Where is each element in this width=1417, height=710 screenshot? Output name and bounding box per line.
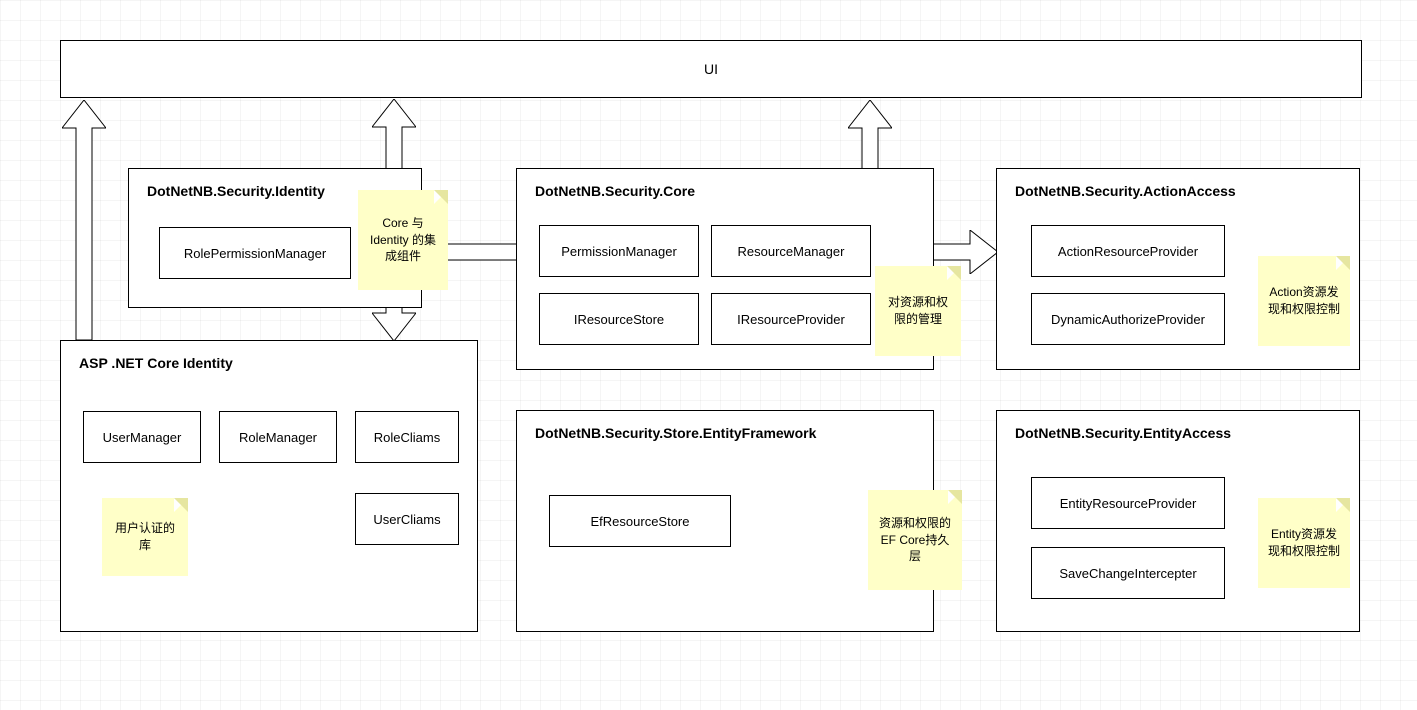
core-module: DotNetNB.Security.Core PermissionManager… — [516, 168, 934, 370]
user-manager-label: UserManager — [103, 430, 182, 445]
store-title: DotNetNB.Security.Store.EntityFramework — [535, 425, 816, 441]
permission-manager-box: PermissionManager — [539, 225, 699, 277]
asp-note: 用户认证的库 — [102, 498, 188, 576]
entity-resource-provider-box: EntityResourceProvider — [1031, 477, 1225, 529]
permission-manager-label: PermissionManager — [561, 244, 677, 259]
entity-title: DotNetNB.Security.EntityAccess — [1015, 425, 1231, 441]
action-resource-provider-label: ActionResourceProvider — [1058, 244, 1198, 259]
ui-label: UI — [704, 61, 718, 77]
save-change-intercepter-box: SaveChangeIntercepter — [1031, 547, 1225, 599]
iresource-store-label: IResourceStore — [574, 312, 664, 327]
identity-note: Core 与 Identity 的集成组件 — [358, 190, 448, 290]
entity-resource-provider-label: EntityResourceProvider — [1060, 496, 1197, 511]
user-manager-box: UserManager — [83, 411, 201, 463]
ui-box: UI — [60, 40, 1362, 98]
ef-resource-store-label: EfResourceStore — [591, 514, 690, 529]
identity-note-text: Core 与 Identity 的集成组件 — [366, 215, 440, 265]
dynamic-authorize-provider-box: DynamicAuthorizeProvider — [1031, 293, 1225, 345]
ef-resource-store-box: EfResourceStore — [549, 495, 731, 547]
iresource-store-box: IResourceStore — [539, 293, 699, 345]
core-note-text: 对资源和权限的管理 — [883, 294, 953, 328]
action-resource-provider-box: ActionResourceProvider — [1031, 225, 1225, 277]
arrow-asp-to-ui — [62, 100, 106, 340]
role-claims-label: RoleCliams — [374, 430, 440, 445]
role-permission-manager-label: RolePermissionManager — [184, 246, 326, 261]
arrow-core-to-ui — [848, 100, 892, 170]
identity-title: DotNetNB.Security.Identity — [147, 183, 325, 199]
action-title: DotNetNB.Security.ActionAccess — [1015, 183, 1236, 199]
role-claims-box: RoleCliams — [355, 411, 459, 463]
dynamic-authorize-provider-label: DynamicAuthorizeProvider — [1051, 312, 1205, 327]
action-note-text: Action资源发现和权限控制 — [1266, 284, 1342, 318]
store-note-text: 资源和权限的EF Core持久层 — [876, 515, 954, 565]
user-claims-label: UserCliams — [373, 512, 440, 527]
action-note: Action资源发现和权限控制 — [1258, 256, 1350, 346]
asp-module: ASP .NET Core Identity UserManager RoleM… — [60, 340, 478, 632]
iresource-provider-label: IResourceProvider — [737, 312, 845, 327]
entity-note-text: Entity资源发现和权限控制 — [1266, 526, 1342, 560]
asp-title: ASP .NET Core Identity — [79, 355, 233, 371]
role-manager-label: RoleManager — [239, 430, 317, 445]
diagram-canvas: UI DotNetNB.Security.Identity RolePermis… — [0, 0, 1417, 710]
role-permission-manager-box: RolePermissionManager — [159, 227, 351, 279]
role-manager-box: RoleManager — [219, 411, 337, 463]
resource-manager-box: ResourceManager — [711, 225, 871, 277]
core-note: 对资源和权限的管理 — [875, 266, 961, 356]
asp-note-text: 用户认证的库 — [110, 520, 180, 554]
store-note: 资源和权限的EF Core持久层 — [868, 490, 962, 590]
iresource-provider-box: IResourceProvider — [711, 293, 871, 345]
user-claims-box: UserCliams — [355, 493, 459, 545]
resource-manager-label: ResourceManager — [738, 244, 845, 259]
save-change-intercepter-label: SaveChangeIntercepter — [1059, 566, 1196, 581]
entity-note: Entity资源发现和权限控制 — [1258, 498, 1350, 588]
core-title: DotNetNB.Security.Core — [535, 183, 695, 199]
